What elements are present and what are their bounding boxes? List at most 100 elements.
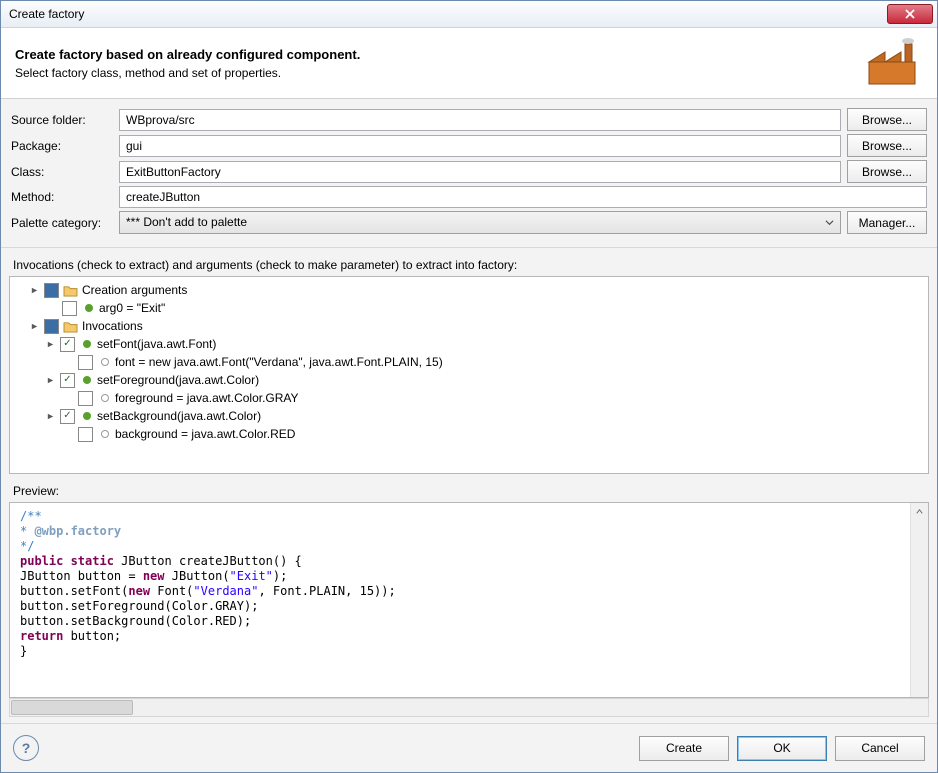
- close-icon: [905, 9, 915, 19]
- expand-toggle[interactable]: [44, 338, 56, 350]
- param-dot-icon: [85, 304, 93, 312]
- tree-background-value[interactable]: background = java.awt.Color.RED: [12, 425, 926, 443]
- help-button[interactable]: ?: [13, 735, 39, 761]
- value-dot-icon: [101, 430, 109, 438]
- code-text: button;: [63, 629, 121, 643]
- class-input[interactable]: [119, 161, 841, 183]
- checkbox[interactable]: [44, 283, 59, 298]
- method-input[interactable]: [119, 186, 927, 208]
- horizontal-scrollbar[interactable]: [9, 698, 929, 717]
- code-preview[interactable]: /** * @wbp.factory */ public static JBut…: [9, 502, 929, 698]
- folder-icon: [63, 284, 78, 297]
- code-text: JButton createJButton() {: [114, 554, 302, 568]
- source-folder-label: Source folder:: [11, 113, 119, 127]
- tree-creation-arguments[interactable]: Creation arguments: [12, 281, 926, 299]
- banner-subtext: Select factory class, method and set of …: [15, 66, 865, 80]
- checkbox[interactable]: [62, 301, 77, 316]
- checkbox[interactable]: [78, 391, 93, 406]
- tree-item-label: Invocations: [82, 319, 143, 333]
- palette-label: Palette category:: [11, 216, 119, 230]
- expand-toggle[interactable]: [44, 374, 56, 386]
- factory-icon: [865, 38, 923, 88]
- code-keyword: public static: [20, 554, 114, 568]
- expand-toggle[interactable]: [28, 284, 40, 296]
- chevron-down-icon: [825, 218, 834, 227]
- class-label: Class:: [11, 165, 119, 179]
- code-line: /**: [20, 509, 42, 523]
- tree-item-label: setBackground(java.awt.Color): [97, 409, 261, 423]
- tree-item-label: foreground = java.awt.Color.GRAY: [115, 391, 299, 405]
- code-text: Font(: [150, 584, 193, 598]
- banner-heading: Create factory based on already configur…: [15, 47, 865, 62]
- tree-arg0[interactable]: arg0 = "Exit": [12, 299, 926, 317]
- tree-item-label: setFont(java.awt.Font): [97, 337, 216, 351]
- tree-item-label: setForeground(java.awt.Color): [97, 373, 259, 387]
- tree-setfont[interactable]: setFont(java.awt.Font): [12, 335, 926, 353]
- method-dot-icon: [83, 376, 91, 384]
- checkbox[interactable]: [78, 355, 93, 370]
- tree-item-label: font = new java.awt.Font("Verdana", java…: [115, 355, 443, 369]
- code-keyword: return: [20, 629, 63, 643]
- package-browse-button[interactable]: Browse...: [847, 134, 927, 157]
- tree-foreground-value[interactable]: foreground = java.awt.Color.GRAY: [12, 389, 926, 407]
- preview-section: Preview: /** * @wbp.factory */ public st…: [1, 474, 937, 723]
- method-dot-icon: [83, 340, 91, 348]
- close-button[interactable]: [887, 4, 933, 24]
- tree-invocations[interactable]: Invocations: [12, 317, 926, 335]
- code-string: "Verdana": [193, 584, 258, 598]
- source-folder-browse-button[interactable]: Browse...: [847, 108, 927, 131]
- code-line: }: [20, 644, 27, 658]
- banner: Create factory based on already configur…: [1, 28, 937, 99]
- tree-setbackground[interactable]: setBackground(java.awt.Color): [12, 407, 926, 425]
- code-text: );: [273, 569, 287, 583]
- palette-selected-value: *** Don't add to palette: [126, 215, 247, 229]
- ok-button[interactable]: OK: [737, 736, 827, 761]
- code-text: JButton(: [165, 569, 230, 583]
- checkbox[interactable]: [78, 427, 93, 442]
- code-line: */: [20, 539, 34, 553]
- palette-manager-button[interactable]: Manager...: [847, 211, 927, 234]
- code-string: "Exit": [230, 569, 273, 583]
- tree-section: Invocations (check to extract) and argum…: [1, 248, 937, 474]
- source-folder-input[interactable]: [119, 109, 841, 131]
- window-title: Create factory: [5, 7, 887, 21]
- preview-label: Preview:: [13, 484, 925, 498]
- folder-icon: [63, 320, 78, 333]
- method-dot-icon: [83, 412, 91, 420]
- scroll-up-icon[interactable]: [911, 503, 928, 520]
- code-javadoc-tag: @wbp.factory: [34, 524, 121, 538]
- tree-header-label: Invocations (check to extract) and argum…: [13, 258, 925, 272]
- create-button[interactable]: Create: [639, 736, 729, 761]
- code-line: *: [20, 524, 34, 538]
- code-line: button.setForeground(Color.GRAY);: [20, 599, 258, 613]
- checkbox-checked[interactable]: [60, 373, 75, 388]
- tree-item-label: Creation arguments: [82, 283, 187, 297]
- code-keyword: new: [128, 584, 150, 598]
- expand-toggle[interactable]: [28, 320, 40, 332]
- tree-font-value[interactable]: font = new java.awt.Font("Verdana", java…: [12, 353, 926, 371]
- dialog-window: Create factory Create factory based on a…: [0, 0, 938, 773]
- class-browse-button[interactable]: Browse...: [847, 160, 927, 183]
- value-dot-icon: [101, 358, 109, 366]
- package-input[interactable]: [119, 135, 841, 157]
- invocations-tree[interactable]: Creation arguments arg0 = "Exit" Invocat…: [9, 276, 929, 474]
- tree-item-label: background = java.awt.Color.RED: [115, 427, 295, 441]
- tree-item-label: arg0 = "Exit": [99, 301, 165, 315]
- value-dot-icon: [101, 394, 109, 402]
- dialog-footer: ? Create OK Cancel: [1, 723, 937, 772]
- code-text: button.setFont(: [20, 584, 128, 598]
- scrollbar-thumb[interactable]: [11, 700, 133, 715]
- checkbox-checked[interactable]: [60, 409, 75, 424]
- checkbox-checked[interactable]: [60, 337, 75, 352]
- tree-setforeground[interactable]: setForeground(java.awt.Color): [12, 371, 926, 389]
- code-text: JButton button =: [20, 569, 143, 583]
- expand-toggle[interactable]: [44, 410, 56, 422]
- code-line: button.setBackground(Color.RED);: [20, 614, 251, 628]
- palette-category-combo[interactable]: *** Don't add to palette: [119, 211, 841, 234]
- checkbox[interactable]: [44, 319, 59, 334]
- cancel-button[interactable]: Cancel: [835, 736, 925, 761]
- method-label: Method:: [11, 190, 119, 204]
- titlebar: Create factory: [1, 1, 937, 28]
- vertical-scrollbar[interactable]: [910, 503, 928, 697]
- code-keyword: new: [143, 569, 165, 583]
